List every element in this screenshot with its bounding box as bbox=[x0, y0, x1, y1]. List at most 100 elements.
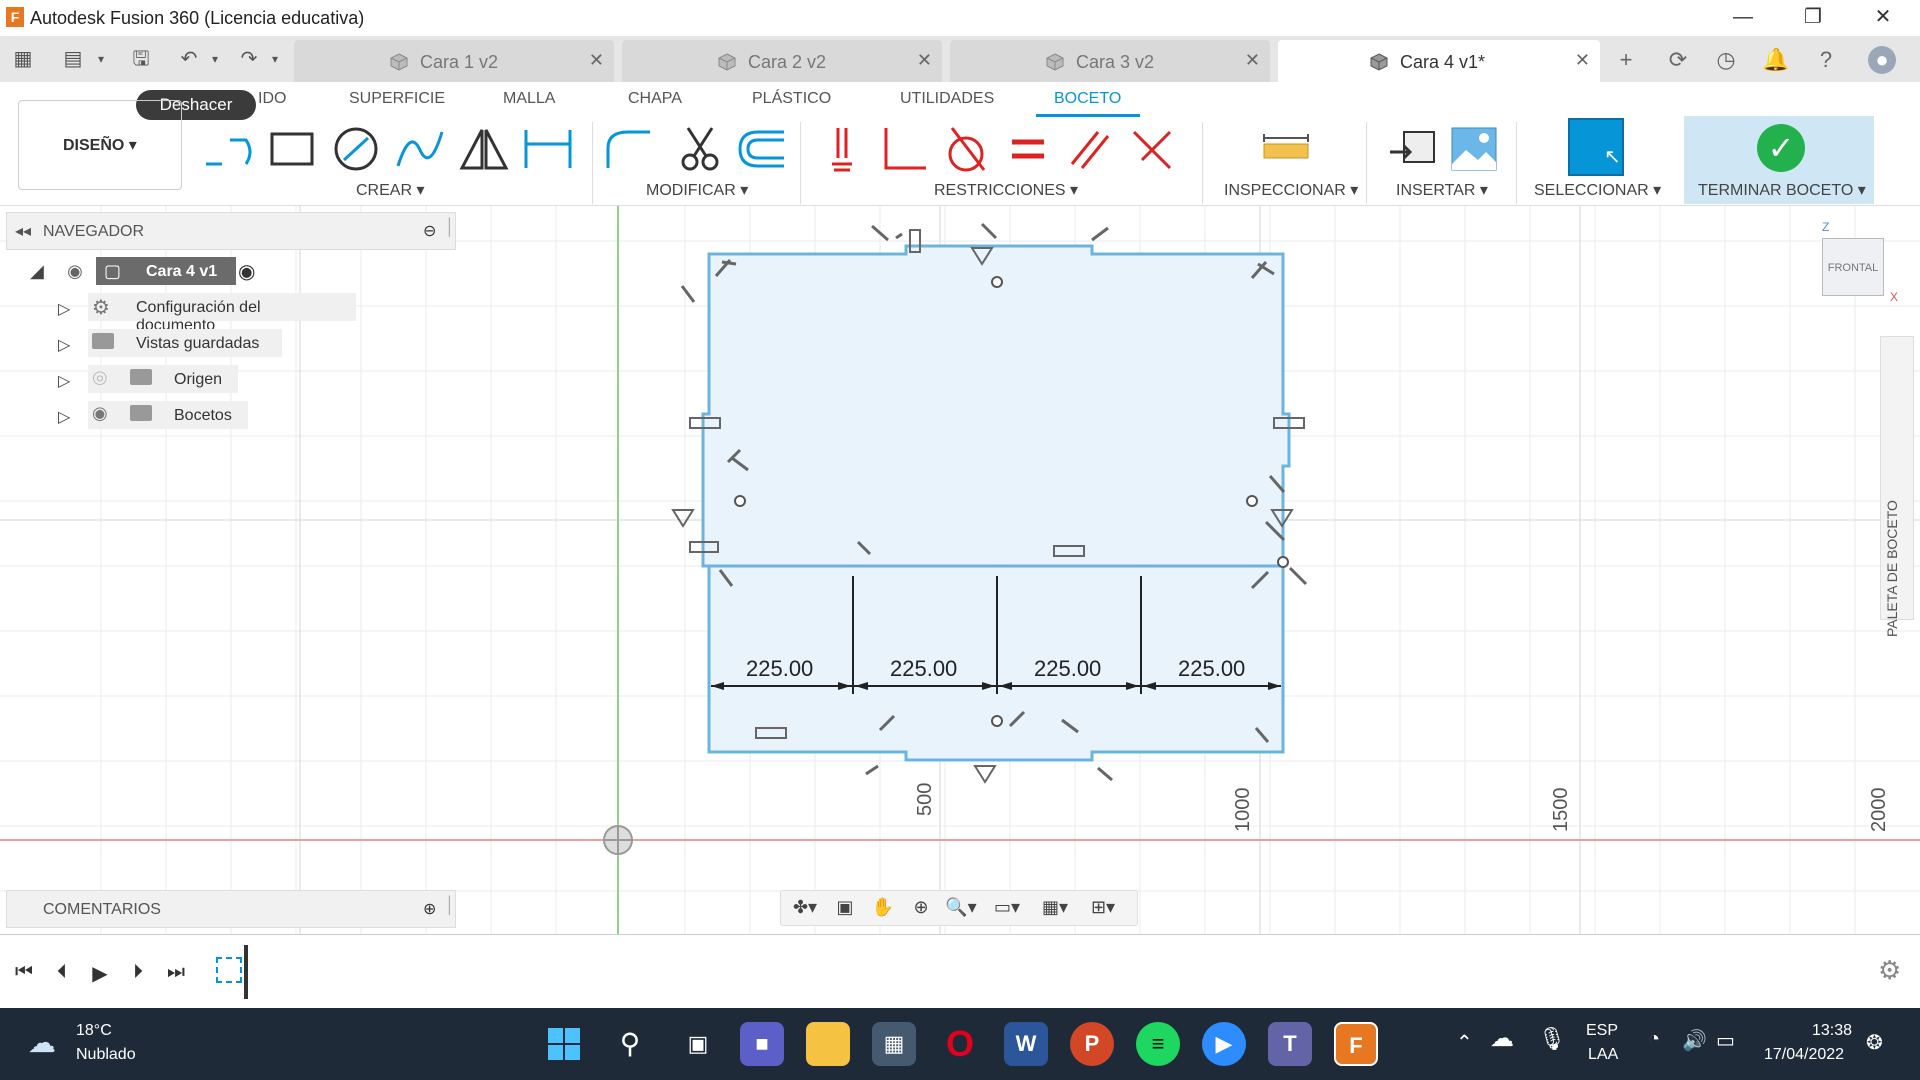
play-icon[interactable]: ▶ bbox=[86, 961, 114, 985]
expand-arrow-icon[interactable]: ▷ bbox=[58, 335, 70, 355]
close-tab-icon[interactable]: ✕ bbox=[1575, 50, 1590, 71]
user-avatar[interactable]: ● bbox=[1868, 46, 1896, 74]
minus-circle-icon[interactable]: ⊖ bbox=[423, 221, 436, 241]
dimension-label[interactable]: 225.00 bbox=[890, 656, 957, 682]
dimension-label[interactable]: 225.00 bbox=[1178, 656, 1245, 682]
apps-grid-icon[interactable]: ▦ bbox=[10, 46, 36, 72]
help-icon[interactable]: ? bbox=[1812, 46, 1840, 74]
word-icon[interactable]: W bbox=[1004, 1022, 1048, 1066]
group-insertar[interactable]: INSERTAR ▾ bbox=[1396, 180, 1488, 200]
collapse-panel-icon[interactable]: ◂◂ bbox=[15, 221, 31, 241]
undo-icon[interactable]: ↶ bbox=[176, 46, 202, 72]
measure-ruler-icon[interactable] bbox=[1258, 124, 1314, 174]
mirror-tool-icon[interactable] bbox=[456, 124, 512, 174]
close-window-button[interactable]: ✕ bbox=[1854, 0, 1912, 36]
zoom-icon[interactable]: ⊕ bbox=[901, 897, 941, 921]
group-inspeccionar[interactable]: INSPECCIONAR ▾ bbox=[1224, 180, 1358, 200]
dimension-label[interactable]: 225.00 bbox=[746, 656, 813, 682]
group-modificar[interactable]: MODIFICAR ▾ bbox=[646, 180, 748, 200]
workspace-switcher[interactable]: DISEÑO ▾ bbox=[18, 100, 182, 190]
file-icon[interactable]: ▤ bbox=[60, 46, 86, 72]
group-crear[interactable]: CREAR ▾ bbox=[356, 180, 425, 200]
volume-icon[interactable]: 🔊 bbox=[1682, 1028, 1707, 1053]
finish-check-icon[interactable]: ✓ bbox=[1757, 124, 1805, 172]
tangent-constraint-icon[interactable] bbox=[938, 124, 994, 174]
close-tab-icon[interactable]: ✕ bbox=[589, 50, 604, 71]
tab-solido[interactable]: IDO bbox=[258, 90, 286, 108]
step-forward-icon[interactable]: ⏵ bbox=[124, 961, 152, 985]
chevron-down-icon[interactable]: ▾ bbox=[88, 46, 114, 72]
redo-icon[interactable]: ↷ bbox=[236, 46, 262, 72]
midpoint-constraint-icon[interactable] bbox=[1124, 124, 1180, 174]
teams-icon[interactable]: T bbox=[1268, 1022, 1312, 1066]
windows-start-icon[interactable] bbox=[542, 1022, 586, 1066]
timeline-marker[interactable] bbox=[244, 945, 248, 999]
fix-constraint-icon[interactable] bbox=[814, 124, 870, 174]
viewcube[interactable]: FRONTAL bbox=[1822, 238, 1884, 296]
file-explorer-icon[interactable] bbox=[806, 1022, 850, 1066]
trim-scissors-icon[interactable] bbox=[672, 124, 728, 174]
group-terminar[interactable]: TERMINAR BOCETO ▾ bbox=[1698, 180, 1866, 200]
notification-bell-icon[interactable]: 🔔 bbox=[1762, 46, 1790, 74]
panel-grip-icon[interactable]: │ bbox=[445, 219, 455, 237]
offset-tool-icon[interactable] bbox=[734, 124, 790, 174]
tab-utilidades[interactable]: UTILIDADES bbox=[900, 90, 994, 108]
restore-button[interactable]: ❐ bbox=[1784, 0, 1842, 36]
expand-arrow-icon[interactable]: ▷ bbox=[58, 371, 70, 391]
onedrive-cloud-icon[interactable]: ☁ bbox=[1490, 1024, 1514, 1053]
tab-cara-4[interactable]: Cara 4 v1* ✕ bbox=[1278, 40, 1600, 82]
parallel-constraint-icon[interactable] bbox=[1062, 124, 1118, 174]
perpendicular-constraint-icon[interactable] bbox=[876, 124, 932, 174]
insert-image-icon[interactable] bbox=[1446, 124, 1502, 174]
job-status-clock-icon[interactable]: ◷ bbox=[1712, 46, 1740, 74]
chevron-down-icon[interactable]: ▾ bbox=[202, 46, 228, 72]
plus-circle-icon[interactable]: ⊕ bbox=[423, 899, 436, 919]
close-tab-icon[interactable]: ✕ bbox=[1245, 50, 1260, 71]
dimension-tool-icon[interactable] bbox=[520, 124, 576, 174]
sketch-profile[interactable] bbox=[660, 206, 1320, 806]
expand-arrow-icon[interactable]: ▷ bbox=[58, 299, 70, 319]
sketch-palette-tab[interactable]: PALETA DE BOCETO bbox=[1880, 336, 1914, 637]
browser-panel-header[interactable]: ◂◂ NAVEGADOR ⊖ │ bbox=[6, 212, 456, 250]
gear-icon[interactable]: ⚙ bbox=[1878, 955, 1901, 986]
microphone-icon[interactable]: 🎙 bbox=[1538, 1026, 1566, 1052]
clock-date[interactable]: 17/04/2022 bbox=[1764, 1046, 1844, 1064]
calculator-icon[interactable]: ▦ bbox=[872, 1022, 916, 1066]
tab-cara-3[interactable]: Cara 3 v2 ✕ bbox=[950, 40, 1270, 82]
fusion-360-taskbar-icon[interactable]: F bbox=[1334, 1022, 1378, 1066]
teams-chat-icon[interactable]: ■ bbox=[740, 1022, 784, 1066]
tab-cara-2[interactable]: Cara 2 v2 ✕ bbox=[622, 40, 942, 82]
expand-triangle-icon[interactable]: ◢ bbox=[30, 261, 44, 282]
equal-constraint-icon[interactable] bbox=[1000, 124, 1056, 174]
zoom-window-icon[interactable]: 🔍▾ bbox=[941, 897, 981, 921]
display-settings-icon[interactable]: ▭▾ bbox=[987, 897, 1027, 921]
language-sub[interactable]: LAA bbox=[1588, 1046, 1618, 1064]
pan-hand-icon[interactable]: ✋ bbox=[863, 897, 903, 921]
fillet-tool-icon[interactable] bbox=[600, 124, 656, 174]
cloud-weather-icon[interactable]: ☁ bbox=[28, 1026, 56, 1059]
extensions-icon[interactable]: ⟳ bbox=[1664, 46, 1692, 74]
weather-temp[interactable]: 18°C bbox=[76, 1022, 112, 1040]
eye-hidden-icon[interactable]: ◎ bbox=[92, 367, 108, 388]
notifications-icon[interactable]: ❂ bbox=[1866, 1030, 1883, 1055]
opera-icon[interactable]: O bbox=[938, 1022, 982, 1066]
eye-icon[interactable]: ◉ bbox=[64, 261, 86, 281]
weather-desc[interactable]: Nublado bbox=[76, 1046, 136, 1064]
spotify-icon[interactable]: ≡ bbox=[1136, 1022, 1180, 1066]
go-to-start-icon[interactable]: ⏮ bbox=[10, 961, 38, 985]
step-back-icon[interactable]: ⏴ bbox=[48, 961, 76, 985]
circle-tool-icon[interactable] bbox=[328, 124, 384, 174]
chevron-up-icon[interactable]: ⌃ bbox=[1456, 1030, 1473, 1055]
search-icon[interactable]: ⚲ bbox=[608, 1022, 652, 1066]
zoom-app-icon[interactable]: ▶ bbox=[1202, 1022, 1246, 1066]
group-restricciones[interactable]: RESTRICCIONES ▾ bbox=[934, 180, 1078, 200]
tab-cara-1[interactable]: Cara 1 v2 ✕ bbox=[294, 40, 614, 82]
look-at-icon[interactable]: ▣ bbox=[825, 897, 865, 921]
wifi-icon[interactable]: ◔ bbox=[1648, 1028, 1660, 1051]
language-indicator[interactable]: ESP bbox=[1586, 1022, 1618, 1040]
orbit-icon[interactable]: ✤▾ bbox=[785, 897, 825, 921]
insert-derive-icon[interactable] bbox=[1384, 124, 1440, 174]
minimize-button[interactable]: — bbox=[1714, 0, 1772, 36]
tab-boceto[interactable]: BOCETO bbox=[1054, 90, 1121, 108]
battery-icon[interactable]: ▭ bbox=[1716, 1028, 1735, 1053]
